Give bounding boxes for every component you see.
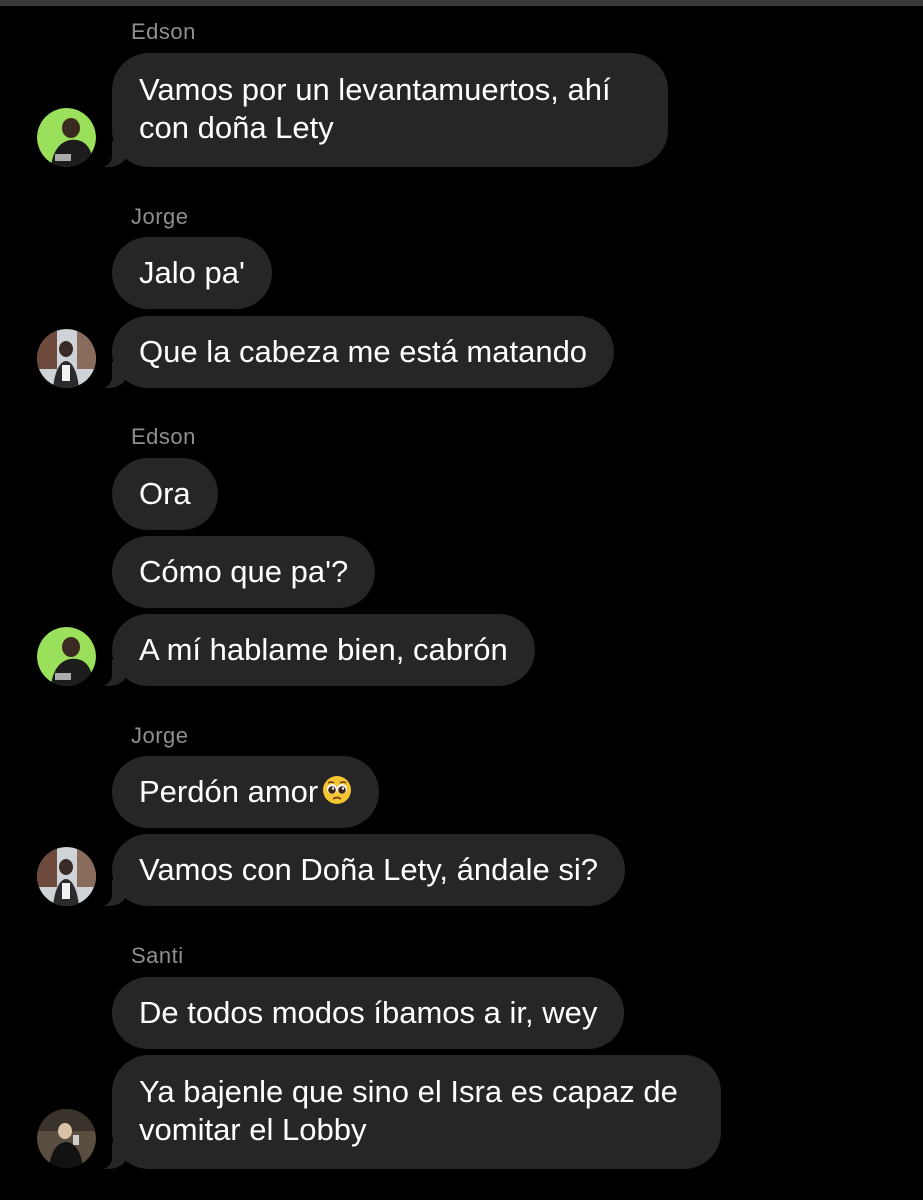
message-text: Cómo que pa'? [139, 554, 349, 589]
top-edge-bar [0, 0, 923, 6]
sender-name-santi: Santi [131, 943, 184, 968]
message-text: Vamos por un levantamuertos, ahí con doñ… [139, 72, 611, 145]
avatar-jorge[interactable] [37, 329, 96, 388]
sender-name-edson: Edson [131, 424, 196, 449]
avatar-jorge[interactable] [37, 847, 96, 906]
message-bubble[interactable]: Cómo que pa'? [112, 536, 376, 608]
message-text: Ya bajenle que sino el Isra es capaz de … [139, 1074, 678, 1147]
message-bubble[interactable]: De todos modos íbamos a ir, wey [112, 977, 625, 1049]
message-text: Ora [139, 476, 191, 511]
message-bubble[interactable]: Que la cabeza me está matando [89, 316, 615, 389]
message-text: Jalo pa' [139, 255, 245, 290]
sender-name-jorge: Jorge [131, 723, 189, 748]
message-bubble[interactable]: Vamos por un levantamuertos, ahí con doñ… [90, 53, 668, 168]
message-text: Perdón amor [139, 774, 319, 809]
message-bubble[interactable]: Ora [112, 458, 218, 530]
avatar-santi[interactable] [37, 1109, 96, 1168]
pleading-face-icon [322, 775, 352, 805]
sender-name-jorge: Jorge [131, 204, 189, 229]
message-bubble[interactable]: Perdón amor [112, 756, 380, 828]
message-text: De todos modos íbamos a ir, wey [139, 995, 598, 1030]
message-text: A mí hablame bien, cabrón [139, 632, 508, 667]
message-text: Que la cabeza me está matando [139, 334, 588, 369]
message-bubble[interactable]: Jalo pa' [112, 237, 272, 309]
message-bubble[interactable]: Vamos con Doña Lety, ándale si? [90, 834, 625, 907]
message-text: Vamos con Doña Lety, ándale si? [139, 852, 598, 887]
avatar-edson[interactable] [37, 627, 96, 686]
message-bubble[interactable]: Ya bajenle que sino el Isra es capaz de … [90, 1055, 721, 1170]
message-bubble[interactable]: A mí hablame bien, cabrón [90, 614, 535, 687]
sender-name-edson: Edson [131, 19, 196, 44]
avatar-edson[interactable] [37, 108, 96, 167]
